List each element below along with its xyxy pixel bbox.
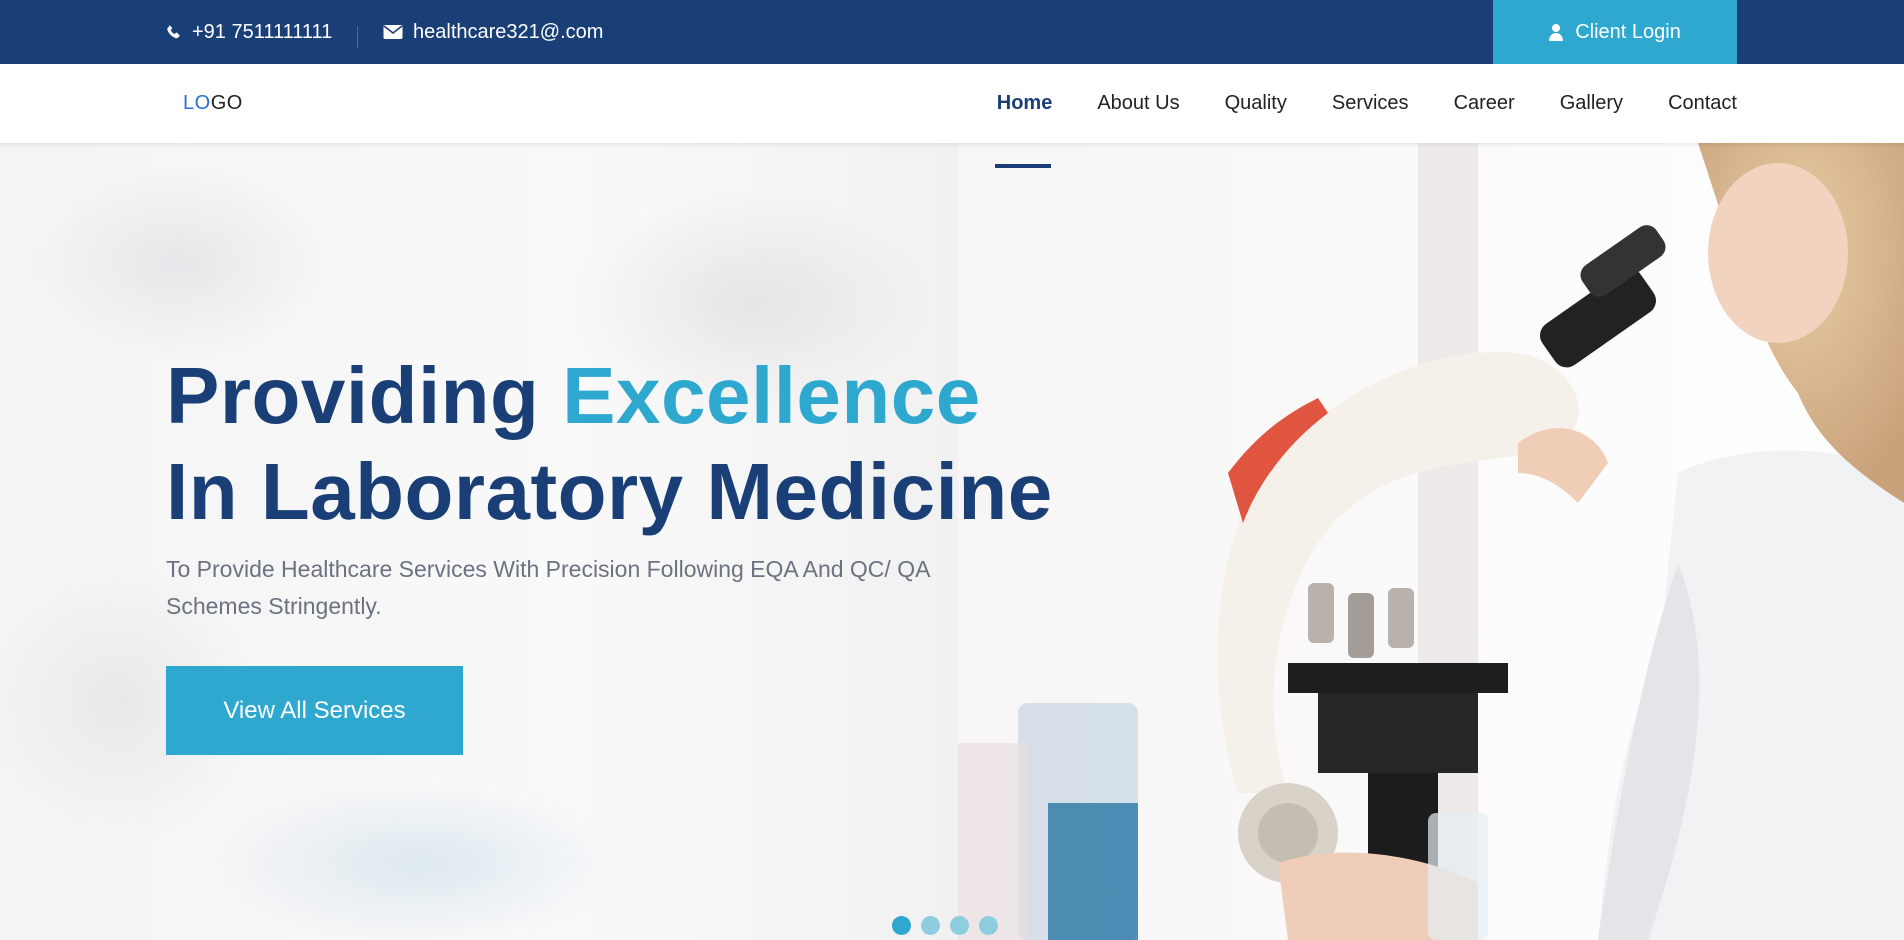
client-login-label: Client Login [1575, 20, 1681, 43]
hero-background-blur [0, 143, 958, 940]
logo[interactable]: LOGO [183, 92, 243, 115]
client-login-button[interactable]: Client Login [1493, 0, 1737, 64]
nav-item-career[interactable]: Career [1454, 92, 1515, 115]
active-nav-indicator [995, 164, 1051, 168]
slider-dot-2[interactable] [921, 916, 940, 935]
user-icon [1549, 24, 1564, 41]
nav-item-contact[interactable]: Contact [1668, 92, 1737, 115]
nav-links: Home About Us Quality Services Career Ga… [952, 64, 1737, 143]
view-all-services-button[interactable]: View All Services [166, 666, 463, 755]
envelope-icon [383, 25, 403, 39]
top-bar: +91 7511111111 healthcare321@.com Client… [0, 0, 1904, 64]
logo-part-2: GO [210, 92, 243, 114]
phone-icon [167, 25, 180, 39]
nav-item-home[interactable]: Home [997, 92, 1053, 115]
slider-dot-1[interactable] [892, 916, 911, 935]
logo-part-1: LO [183, 92, 211, 114]
slider-dots [892, 916, 1008, 935]
hero-section: Providing Excellence In Laboratory Medic… [0, 143, 1904, 940]
hero-image-panel [958, 143, 1904, 940]
slider-dot-3[interactable] [950, 916, 969, 935]
phone-number: +91 7511111111 [192, 20, 333, 43]
scientist-microscope-image [958, 143, 1904, 940]
hero-title-line-2: In Laboratory Medicine [166, 447, 1053, 536]
hero-subtitle: To Provide Healthcare Services With Prec… [166, 556, 930, 619]
main-navbar: LOGO Home About Us Quality Services Care… [0, 64, 1904, 143]
slider-dot-4[interactable] [979, 916, 998, 935]
phone-contact[interactable]: +91 7511111111 [166, 0, 332, 64]
nav-item-services[interactable]: Services [1332, 92, 1409, 115]
nav-item-quality[interactable]: Quality [1225, 92, 1287, 115]
nav-item-about-us[interactable]: About Us [1097, 92, 1179, 115]
email-contact[interactable]: healthcare321@.com [383, 0, 603, 64]
nav-item-gallery[interactable]: Gallery [1560, 92, 1623, 115]
email-address: healthcare321@.com [413, 20, 604, 43]
hero-title: Providing Excellence In Laboratory Medic… [166, 348, 1053, 540]
topbar-divider [357, 26, 358, 48]
hero-title-accent: Excellence [562, 351, 981, 440]
hero-title-part-1: Providing [166, 351, 563, 440]
